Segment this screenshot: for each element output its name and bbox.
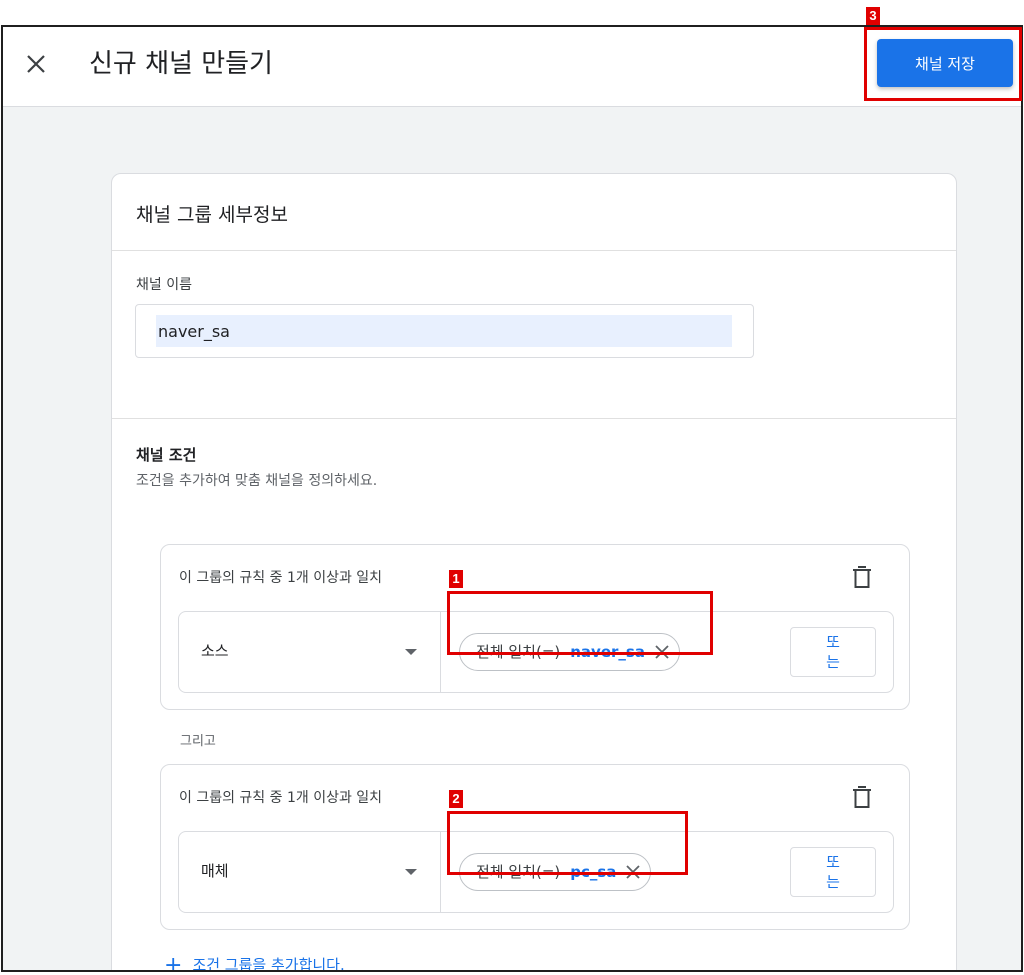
condition-chip[interactable]: 전체 일치(=) naver_sa [459,633,680,671]
channel-name-field[interactable] [135,304,754,358]
add-condition-group-label: 조건 그룹을 추가합니다. [192,956,345,972]
chip-remove-icon[interactable] [626,865,641,879]
divider [112,418,956,419]
channel-group-details-card: 채널 그룹 세부정보 채널 이름 채널 조건 조건을 추가하여 맞춤 채널을 정… [111,173,957,972]
condition-rule: 소스 전체 일치(=) naver_sa 또는 [178,611,894,693]
close-icon[interactable] [23,51,49,77]
condition-chip[interactable]: 전체 일치(=) pc_sa [459,853,652,891]
annotation-tag: 1 [449,570,463,588]
channel-name-label: 채널 이름 [136,277,192,293]
chip-value: naver_sa [570,643,645,661]
dimension-label: 소스 [201,642,229,660]
dropdown-caret-icon [405,649,417,655]
conditions-title: 채널 조건 [136,446,197,464]
chip-remove-icon[interactable] [655,645,669,659]
divider [112,250,956,251]
page-title: 신규 채널 만들기 [89,49,273,79]
group-title: 이 그룹의 규칙 중 1개 이상과 일치 [179,570,383,586]
dimension-select[interactable]: 매체 [179,832,441,912]
condition-rule: 매체 전체 일치(=) pc_sa 또는 [178,831,894,913]
and-label: 그리고 [180,734,216,749]
channel-name-input[interactable] [156,315,732,347]
plus-icon: + [164,953,183,972]
dropdown-caret-icon [405,869,417,875]
add-condition-group-button[interactable]: + 조건 그룹을 추가합니다. [164,953,345,972]
trash-icon[interactable] [851,565,873,589]
chip-operator: 전체 일치(=) [476,863,561,881]
save-channel-button[interactable]: 채널 저장 [877,39,1013,87]
condition-group: 이 그룹의 규칙 중 1개 이상과 일치 소스 전체 일치(=) naver_sa… [160,544,910,710]
or-button[interactable]: 또는 [790,847,876,897]
condition-group: 이 그룹의 규칙 중 1개 이상과 일치 매체 전체 일치(=) pc_sa 또는 [160,764,910,930]
annotation-tag: 2 [449,790,463,808]
or-button[interactable]: 또는 [790,627,876,677]
app-window: 신규 채널 만들기 채널 저장 채널 그룹 세부정보 채널 이름 채널 조건 조… [1,25,1023,972]
dimension-select[interactable]: 소스 [179,612,441,692]
trash-icon[interactable] [851,785,873,809]
card-title: 채널 그룹 세부정보 [136,204,288,226]
annotation-tag: 3 [866,7,880,25]
group-title: 이 그룹의 규칙 중 1개 이상과 일치 [179,790,383,806]
top-bar: 신규 채널 만들기 채널 저장 [3,27,1021,107]
chip-value: pc_sa [570,863,617,881]
chip-operator: 전체 일치(=) [476,643,561,661]
conditions-subtitle: 조건을 추가하여 맞춤 채널을 정의하세요. [136,473,378,489]
dimension-label: 매체 [201,862,229,880]
